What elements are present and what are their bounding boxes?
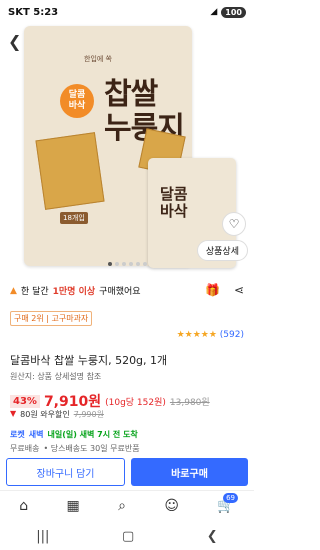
bag-tag: 18개입 <box>60 212 88 224</box>
price-row: 43% 7,910원 (10g당 152원) 13,980원 <box>10 391 210 411</box>
fire-icon: ▲ <box>10 285 17 296</box>
share-icon[interactable]: ⋖ <box>234 283 244 297</box>
original-price: 13,980원 <box>169 397 210 408</box>
category-icon[interactable]: ▦ <box>66 498 79 514</box>
buyer-prefix: 한 달간 <box>20 287 49 297</box>
product-detail-button[interactable]: 상품상세 <box>196 240 248 261</box>
stars-icon: ★★★★★ <box>176 330 217 340</box>
free-shipping-right: • 당스배송도 30일 무료반품 <box>43 444 140 453</box>
bottom-tabbar: ⌂ ▦ ⌕ ☺ 🛒 <box>0 490 254 520</box>
rocket-label: 로켓 <box>10 430 25 439</box>
bag-small-title: 달콤 바삭 <box>160 185 188 220</box>
carousel-dot <box>142 262 147 266</box>
cart-count-badge: 69 <box>223 493 238 503</box>
gift-icon[interactable]: 🎁 <box>205 283 220 297</box>
discount-rate: 43% <box>10 394 40 408</box>
buyer-number: 1만명 이상 <box>52 287 96 297</box>
home-nav-icon[interactable]: ▢ <box>122 529 134 544</box>
wow-discount: ▼ 80원 와우할인 7,990원 <box>10 409 104 420</box>
carousel-dot <box>121 262 126 266</box>
carousel-dot <box>114 262 119 266</box>
back-icon[interactable]: ❮ <box>8 32 21 51</box>
search-icon[interactable]: ⌕ <box>118 498 126 514</box>
my-page-icon[interactable]: ☺ <box>164 498 179 514</box>
free-shipping-left: 무료배송 <box>10 444 40 453</box>
product-actions: 🎁 ⋖ <box>205 283 244 297</box>
add-to-cart-button[interactable]: 장바구니 담기 <box>6 458 125 486</box>
wow-points: 80원 와우할인 <box>20 410 70 419</box>
buyer-suffix: 구매했어요 <box>99 287 141 297</box>
home-icon[interactable]: ⌂ <box>19 498 28 514</box>
carousel-dots <box>0 262 254 266</box>
carousel-dot <box>128 262 133 266</box>
wow-orig-price: 7,990원 <box>73 410 104 419</box>
carousel-dot <box>135 262 140 266</box>
product-title: 달콤바삭 찹쌀 누룽지, 520g, 1개 <box>10 354 168 367</box>
sale-price: 7,910원 <box>43 394 102 410</box>
rice-chip-image <box>35 132 105 210</box>
delivery-eta: 내일(일) 새벽 7시 전 도착 <box>47 430 138 439</box>
dawn-tag: 새벽 <box>28 430 44 439</box>
bag-subtitle: 한입에 쏙 <box>84 55 112 63</box>
free-shipping: 무료배송 • 당스배송도 30일 무료반품 <box>10 443 140 453</box>
delivery-info: 로켓 새벽 내일(일) 새벽 7시 전 도착 <box>10 429 138 440</box>
status-time: SKT 5:23 <box>8 6 59 18</box>
heart-icon[interactable]: ♡ <box>222 212 246 236</box>
system-nav-bar: ||| ▢ ❮ <box>0 522 254 550</box>
review-count: (592) <box>219 330 244 340</box>
purchase-bar: 장바구니 담기 바로구매 <box>0 455 254 489</box>
wifi-icon: ◢ <box>210 7 218 17</box>
rating[interactable]: ★★★★★ (592) <box>177 330 244 340</box>
down-arrow-icon: ▼ <box>10 409 17 418</box>
product-image-carousel[interactable]: 한입에 쏙 달콤 바삭 찹쌀 누룽지 18개입 달콤 바삭 ❮ ♡ 상품상세 <box>0 24 254 274</box>
unit-price: (10g당 152원) <box>105 397 166 408</box>
status-bar: SKT 5:23 ◢ 100 <box>0 0 254 24</box>
buy-now-button[interactable]: 바로구매 <box>131 458 248 486</box>
carousel-dot <box>107 262 112 266</box>
buyer-count: ▲ 한 달간 1만명 이상 구매했어요 <box>10 284 141 298</box>
recent-apps-icon[interactable]: ||| <box>36 529 49 544</box>
status-icons: ◢ 100 <box>210 6 246 18</box>
back-nav-icon[interactable]: ❮ <box>207 529 218 544</box>
rank-badge[interactable]: 구매 2위 | 고구마과자 <box>10 311 93 326</box>
battery-icon: 100 <box>221 6 246 18</box>
origin-info: 원산지: 상품 상세설명 참조 <box>10 372 102 381</box>
bag-badge: 달콤 바삭 <box>60 84 94 118</box>
